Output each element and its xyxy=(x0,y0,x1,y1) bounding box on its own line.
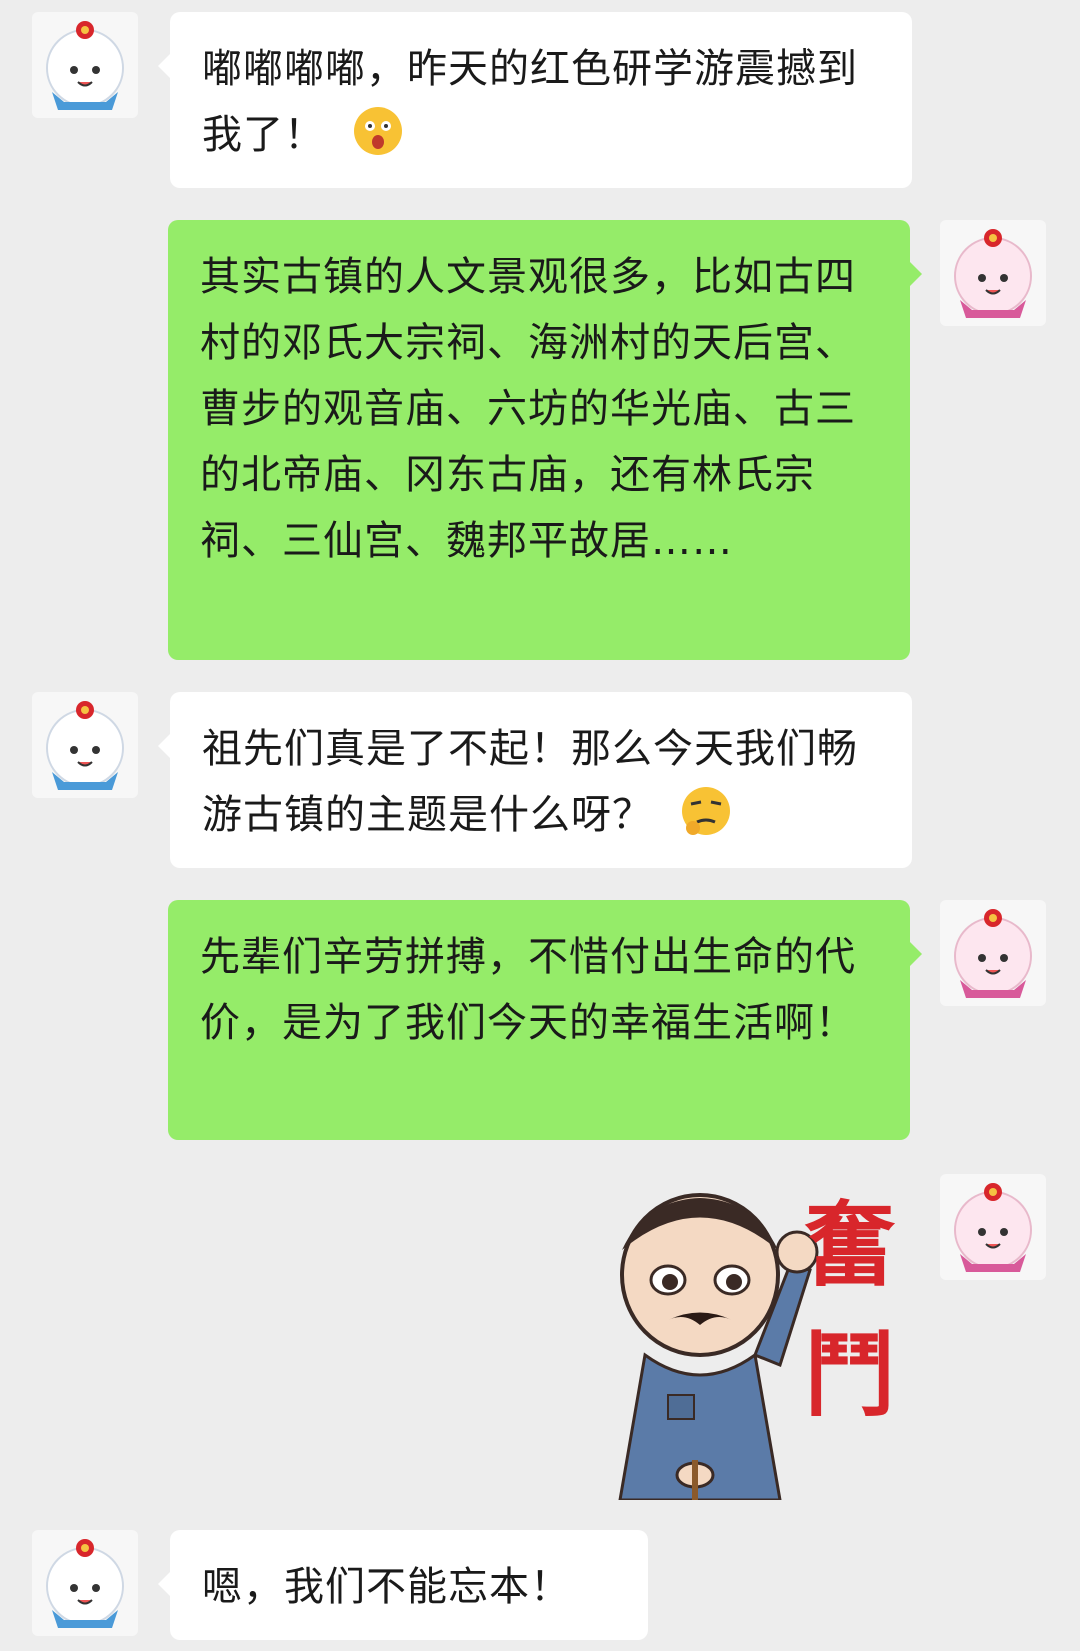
avatar-pink[interactable] xyxy=(940,900,1046,1006)
message-text: 嗯，我们不能忘本！ xyxy=(202,1564,571,1610)
message-bubble[interactable]: 嘟嘟嘟嘟，昨天的红色研学游震撼到我了！ xyxy=(158,12,912,188)
message-bubble[interactable]: 嗯，我们不能忘本！ xyxy=(158,1530,648,1640)
message-text: 嘟嘟嘟嘟，昨天的红色研学游震撼到我了！ xyxy=(202,46,858,158)
message-bubble[interactable]: 先辈们辛劳拼搏，不惜付出生命的代价，是为了我们今天的幸福生活啊！ xyxy=(168,900,922,1140)
avatar-pink[interactable] xyxy=(940,1174,1046,1280)
avatar-pink[interactable] xyxy=(940,220,1046,326)
message-bubble[interactable]: 祖先们真是了不起！那么今天我们畅游古镇的主题是什么呀？ xyxy=(158,692,912,868)
message-text: 祖先们真是了不起！那么今天我们畅游古镇的主题是什么呀？ xyxy=(202,726,858,838)
message-text: 先辈们辛劳拼搏，不惜付出生命的代价，是为了我们今天的幸福生活啊！ xyxy=(200,934,856,1046)
avatar-blue[interactable] xyxy=(32,12,138,118)
message-text: 其实古镇的人文景观很多，比如古四村的邓氏大宗祠、海洲村的天后宫、曹步的观音庙、六… xyxy=(200,254,856,564)
thinking-face-emoji xyxy=(679,784,733,838)
message-bubble[interactable]: 其实古镇的人文景观很多，比如古四村的邓氏大宗祠、海洲村的天后宫、曹步的观音庙、六… xyxy=(168,220,922,660)
sticker-calligraphy: 奮鬥 xyxy=(803,1191,896,1429)
avatar-blue[interactable] xyxy=(32,1530,138,1636)
avatar-blue[interactable] xyxy=(32,692,138,798)
shocked-face-emoji xyxy=(351,104,405,158)
